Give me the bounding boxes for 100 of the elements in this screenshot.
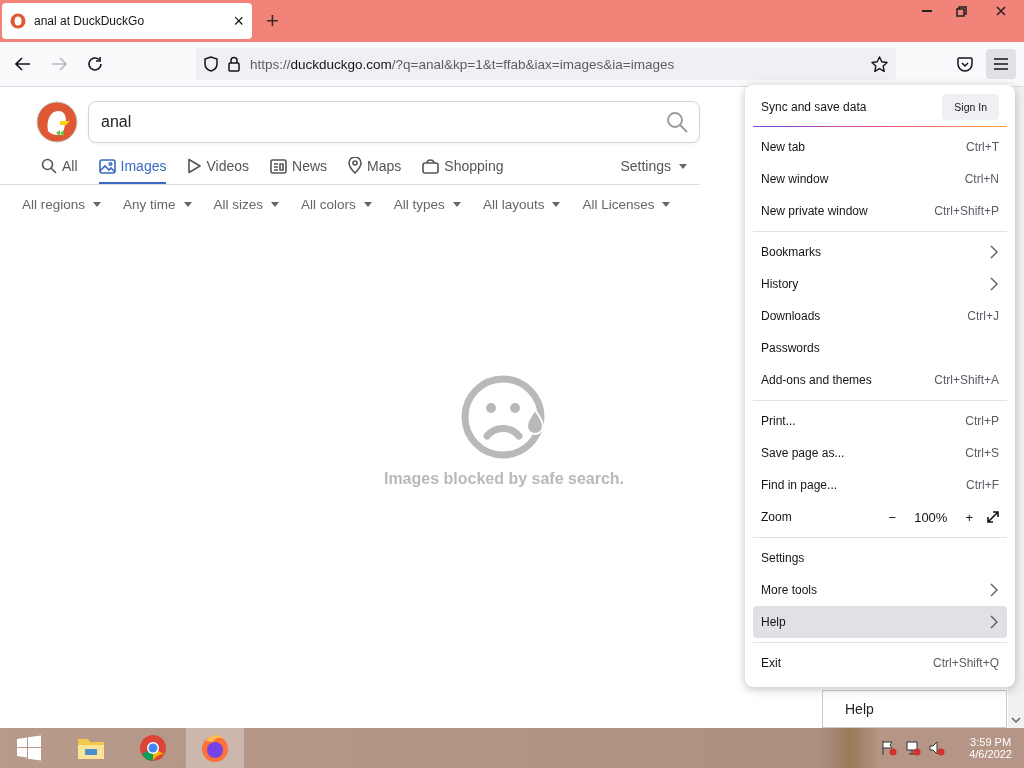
shortcut-text: Ctrl+Shift+A — [934, 373, 999, 387]
menu-item-label: History — [761, 277, 799, 291]
search-tab[interactable]: All — [41, 154, 78, 184]
speaker-icon[interactable] — [929, 740, 946, 756]
restore-icon — [955, 5, 967, 17]
close-icon — [996, 6, 1006, 16]
menu-item[interactable]: New private window Ctrl+Shift+P — [753, 195, 1007, 227]
menu-item-label: New window — [761, 172, 829, 186]
reload-icon — [87, 56, 103, 72]
menu-item[interactable]: Add-ons and themes Ctrl+Shift+A — [753, 364, 1007, 396]
duck-logo[interactable] — [36, 101, 78, 143]
search-tab[interactable]: Maps — [348, 153, 402, 184]
filter-dropdown[interactable]: All sizes — [213, 197, 280, 212]
filter-dropdown[interactable]: Any time — [123, 197, 192, 212]
newspaper-icon — [270, 158, 288, 174]
filter-dropdown[interactable]: All layouts — [482, 197, 561, 212]
menu-item-label: Settings — [761, 551, 805, 565]
zoom-out-button[interactable]: − — [884, 507, 901, 527]
shortcut-text: Ctrl+J — [967, 309, 999, 323]
shopping-bag-icon — [422, 158, 440, 174]
menu-item[interactable]: Settings — [753, 542, 1007, 574]
menu-item-label: More tools — [761, 583, 818, 597]
menu-item-label: Find in page... — [761, 478, 838, 492]
shortcut-text: Ctrl+Shift+Q — [932, 656, 999, 670]
new-tab-button[interactable]: + — [262, 8, 283, 34]
fullscreen-icon[interactable] — [987, 511, 999, 523]
shortcut-text: Ctrl+P — [965, 414, 999, 428]
search-field[interactable]: anal — [88, 101, 700, 143]
image-icon — [98, 158, 116, 174]
search-icon[interactable] — [666, 111, 688, 133]
zoom-in-button[interactable]: + — [961, 507, 977, 527]
time-text: 3:59 PM — [970, 736, 1012, 748]
url-text: https://duckduckgo.com/?q=anal&kp=1&t=ffab&iax=images&ia=images — [250, 56, 676, 72]
menu-item[interactable]: Save page as... Ctrl+S — [753, 437, 1007, 469]
filter-dropdown[interactable]: All regions — [22, 197, 102, 212]
menu-icon — [994, 58, 1008, 70]
menu-item-label: Save page as... — [761, 446, 845, 460]
menu-item-label: Print... — [761, 414, 796, 428]
caret-icon — [363, 202, 372, 207]
zoom-reset-button[interactable]: 100% — [910, 507, 952, 527]
network-icon[interactable] — [905, 740, 922, 756]
star-icon[interactable] — [871, 56, 888, 72]
zoom-label: Zoom — [761, 510, 792, 524]
settings-dropdown[interactable]: Settings — [620, 154, 687, 184]
filter-dropdown[interactable]: All Licenses — [582, 197, 671, 212]
menu-item[interactable]: New window Ctrl+N — [753, 163, 1007, 195]
menu-item[interactable]: Passwords — [753, 332, 1007, 364]
caret-icon — [271, 202, 280, 207]
menu-item[interactable]: Exit Ctrl+Shift+Q — [753, 647, 1007, 679]
shortcut-text: Ctrl+Shift+P — [934, 204, 999, 218]
menu-item-label: Exit — [761, 656, 781, 670]
play-icon — [187, 158, 202, 174]
back-arrow-icon — [15, 57, 31, 71]
search-tab[interactable]: News — [270, 154, 328, 184]
blocked-message: Images blocked by safe search. — [383, 470, 625, 488]
forward-arrow-icon — [51, 57, 67, 71]
menu-item-label: New tab — [761, 140, 806, 154]
windows-logo-icon — [16, 735, 42, 761]
filter-dropdown[interactable]: All types — [393, 197, 461, 212]
search-tab[interactable]: Shopping — [422, 154, 504, 184]
shortcut-text: Ctrl+T — [966, 140, 999, 154]
firefox-logo-icon — [200, 733, 230, 763]
minimize-icon — [922, 10, 932, 12]
browser-tab[interactable]: anal at DuckDuckGo × — [2, 3, 252, 39]
shortcut-text: Ctrl+S — [965, 446, 999, 460]
lock-icon — [228, 56, 240, 72]
close-tab-button[interactable]: × — [233, 10, 244, 32]
caret-icon — [662, 202, 671, 207]
caret-icon — [183, 202, 192, 207]
search-tab[interactable]: Images — [98, 154, 167, 184]
menu-item[interactable]: New tab Ctrl+T — [753, 131, 1007, 163]
caret-icon — [552, 202, 561, 207]
sign-in-button[interactable]: Sign In — [942, 94, 999, 120]
menu-item[interactable]: Help — [753, 606, 1007, 638]
pocket-icon — [957, 56, 973, 72]
shortcut-text: Ctrl+N — [964, 172, 999, 186]
shield-icon — [204, 56, 218, 72]
menu-item[interactable]: Bookmarks — [753, 236, 1007, 268]
map-pin-icon — [348, 157, 363, 174]
menu-item-label: New private window — [761, 204, 868, 218]
menu-item[interactable]: Downloads Ctrl+J — [753, 300, 1007, 332]
caret-icon — [452, 202, 461, 207]
firefox-button[interactable] — [186, 728, 244, 768]
duck-logo-icon — [10, 13, 26, 29]
caret-icon — [679, 163, 687, 169]
menu-button[interactable] — [986, 49, 1016, 79]
shortcut-text: Ctrl+F — [966, 478, 999, 492]
menu-item[interactable]: More tools — [753, 574, 1007, 606]
tooltip-text: Help — [845, 701, 874, 717]
menu-item[interactable]: Print... Ctrl+P — [753, 405, 1007, 437]
search-tab[interactable]: Videos — [187, 154, 250, 184]
flag-icon[interactable] — [881, 740, 898, 756]
menu-item[interactable]: Find in page... Ctrl+F — [753, 469, 1007, 501]
search-icon — [41, 158, 57, 174]
date-text: 4/6/2022 — [969, 748, 1012, 760]
address-bar[interactable]: https://duckduckgo.com/?q=anal&kp=1&t=ffab&iax=images&ia=images — [196, 48, 896, 80]
menu-item[interactable]: History — [753, 268, 1007, 300]
menu-item-label: Downloads — [761, 309, 821, 323]
menu-item-label: Bookmarks — [761, 245, 822, 259]
filter-dropdown[interactable]: All colors — [301, 197, 372, 212]
